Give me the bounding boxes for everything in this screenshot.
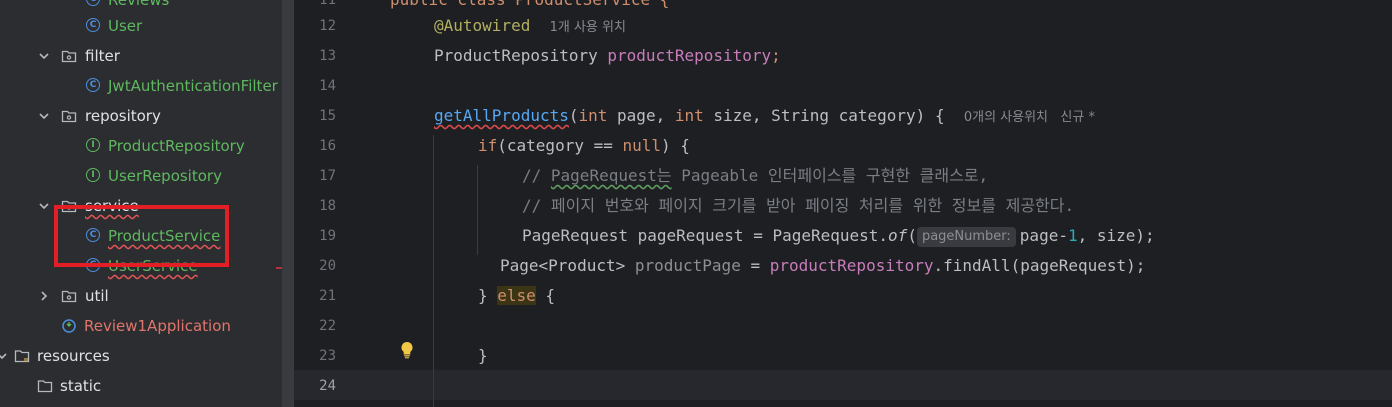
- keyword-token: null: [622, 136, 662, 155]
- usage-hint[interactable]: 0개의 사용위치 신규 *: [964, 110, 1095, 125]
- bulb-icon[interactable]: [400, 341, 414, 359]
- chevron-down-icon[interactable]: [38, 110, 50, 122]
- comment-token: //: [522, 166, 551, 185]
- interface-icon: I: [86, 168, 102, 184]
- keyword-token: else: [497, 286, 536, 305]
- code-line-23: }: [478, 341, 488, 371]
- keyword-token: if: [478, 136, 498, 155]
- tree-item-static[interactable]: static: [0, 371, 282, 401]
- chevron-down-icon[interactable]: [38, 50, 50, 62]
- line-number: 13: [319, 48, 336, 64]
- tree-item-filter[interactable]: filter: [0, 41, 282, 71]
- code-token: Page<Product>: [500, 256, 635, 275]
- field-token: productRepository: [607, 46, 772, 65]
- code-line-12: @Autowired 1개 사용 위치: [434, 11, 626, 41]
- line-number: 16: [319, 138, 336, 154]
- tree-item-userrepository[interactable]: I UserRepository: [0, 161, 282, 191]
- keyword-token: int: [674, 106, 704, 125]
- package-icon: [61, 290, 77, 303]
- code-token: (category ==: [497, 136, 623, 155]
- tree-item-user[interactable]: C User: [0, 11, 282, 41]
- ide-window: C Reviews C User filter C JwtAuthenticat…: [0, 0, 1392, 407]
- code-editor[interactable]: 11 12 13 14 15 16 17 18 19 20 21 22 23 2…: [294, 0, 1392, 407]
- code-token: , size);: [1077, 226, 1155, 245]
- code-line-20: Page<Product> productPage = productRepos…: [500, 251, 1145, 281]
- line-number: 17: [319, 168, 336, 184]
- line-number: 12: [319, 18, 336, 34]
- tree-item-util[interactable]: util: [0, 281, 282, 311]
- code-token: ;: [771, 46, 781, 65]
- code-token: .findAll(pageRequest);: [933, 256, 1146, 275]
- line-number: 15: [319, 108, 336, 124]
- code-token: ProductRepository: [434, 46, 608, 65]
- annotation-token: @Autowired: [434, 16, 531, 35]
- highlight-annotation-box: [54, 205, 229, 267]
- code-token: }: [478, 286, 498, 305]
- code-token: page,: [607, 106, 675, 125]
- unused-variable-token: productPage: [634, 256, 741, 275]
- indent-guide: [477, 165, 478, 255]
- usage-hint[interactable]: 1개 사용 위치: [550, 20, 626, 35]
- tree-item-review1application[interactable]: Review1Application: [0, 311, 282, 341]
- line-number-current: 24: [319, 378, 336, 394]
- spring-icon: [62, 319, 76, 333]
- class-icon: C: [86, 0, 102, 8]
- code-line-21: } else {: [478, 281, 555, 311]
- line-number: 20: [319, 258, 336, 274]
- panel-divider[interactable]: [282, 0, 294, 407]
- code-token: (: [568, 106, 579, 125]
- code-line-19: PageRequest pageRequest = PageRequest.of…: [522, 221, 1155, 251]
- number-token: 1: [1067, 226, 1078, 245]
- class-icon: C: [86, 78, 102, 94]
- folder-icon: [14, 350, 30, 363]
- line-number: 23: [319, 348, 336, 364]
- chevron-right-icon[interactable]: [38, 290, 50, 302]
- code-token: public class ProductService {: [390, 0, 669, 9]
- interface-icon: I: [86, 138, 102, 154]
- code-token: PageRequest pageRequest = PageRequest.: [522, 226, 889, 245]
- tree-item-resources[interactable]: resources: [0, 341, 282, 371]
- keyword-token: int: [578, 106, 608, 125]
- code-line-13: ProductRepository productRepository;: [434, 41, 781, 71]
- comment-token: Pageable 인터페이스를 구현한 클래스로,: [671, 166, 989, 185]
- method-token: getAllProducts: [434, 106, 569, 125]
- tree-item-repository[interactable]: repository: [0, 101, 282, 131]
- current-line-highlight: [294, 370, 1392, 400]
- code-token: (: [907, 226, 917, 245]
- code-token: {: [535, 286, 556, 305]
- method-token: of: [888, 226, 908, 245]
- project-tree: C Reviews C User filter C JwtAuthenticat…: [0, 0, 282, 407]
- code-token: =: [740, 256, 770, 275]
- code-line-16: if(category == null) {: [478, 131, 690, 161]
- comment-token: PageRequest는: [550, 166, 672, 185]
- chevron-down-icon[interactable]: [38, 200, 50, 212]
- code-token: ) {: [661, 136, 690, 155]
- line-number: 19: [319, 228, 336, 244]
- package-icon: [61, 110, 77, 123]
- tree-item-productrepository[interactable]: I ProductRepository: [0, 131, 282, 161]
- chevron-down-icon[interactable]: [0, 350, 8, 362]
- line-number: 14: [319, 78, 336, 94]
- field-token: productRepository: [769, 256, 934, 275]
- code-line-15: getAllProducts(int page, int size, Strin…: [434, 101, 1095, 131]
- comment-token: // 페이지 번호와 페이지 크기를 받아 페이징 처리를 위한 정보를 제공한…: [522, 196, 1075, 215]
- code-token: page-: [1019, 226, 1068, 245]
- class-icon: C: [86, 18, 102, 34]
- package-icon: [61, 50, 77, 63]
- line-number: 21: [319, 288, 336, 304]
- folder-icon: [37, 380, 53, 393]
- code-line-18: // 페이지 번호와 페이지 크기를 받아 페이징 처리를 위한 정보를 제공한…: [522, 191, 1074, 221]
- tree-item-jwtauthenticationfilter[interactable]: C JwtAuthenticationFilter: [0, 71, 282, 101]
- code-token: size, String category) {: [703, 106, 945, 125]
- line-number: 22: [319, 318, 336, 334]
- code-line-17: // PageRequest는 Pageable 인터페이스를 구현한 클래스로…: [522, 161, 988, 191]
- line-number: 18: [319, 198, 336, 214]
- indent-guide: [433, 135, 434, 407]
- code-token: }: [478, 346, 488, 365]
- parameter-hint[interactable]: pageNumber:: [916, 227, 1016, 247]
